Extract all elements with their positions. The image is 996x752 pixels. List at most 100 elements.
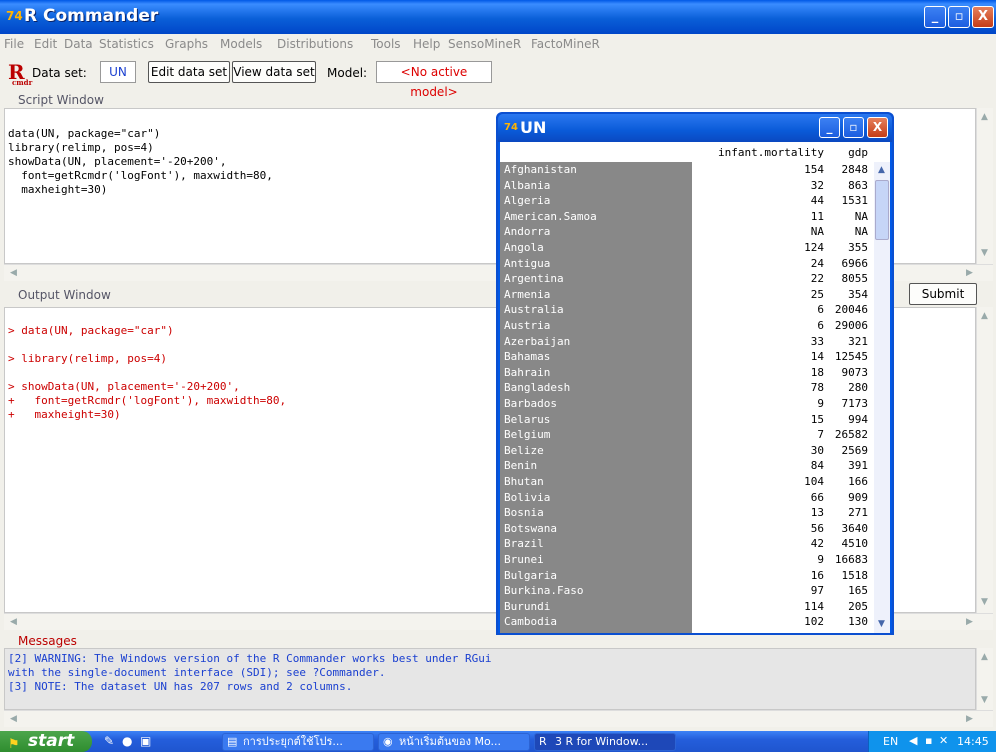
r-commander-icon: 74 (504, 122, 518, 133)
menu-help[interactable]: Help (413, 37, 440, 51)
column-header-gdp: gdp (848, 146, 868, 159)
table-row[interactable]: Bulgaria 16 1518 (500, 568, 874, 584)
output-vscroll[interactable]: ▲ ▼ (976, 307, 993, 613)
un-vscroll[interactable]: ▲ ▼ (874, 162, 890, 633)
messages-vscroll[interactable]: ▲ ▼ (976, 648, 993, 710)
un-minimize-button[interactable]: _ (819, 117, 840, 138)
menu-statistics[interactable]: Statistics (99, 37, 154, 51)
scroll-down-icon[interactable]: ▼ (977, 595, 992, 610)
infant-mortality-cell: 6 (817, 319, 824, 332)
table-row[interactable]: Bahamas 14 12545 (500, 349, 874, 365)
volume-icon[interactable]: ✕ (939, 734, 948, 747)
table-row[interactable]: Barbados 9 7173 (500, 396, 874, 412)
menu-file[interactable]: File (4, 37, 24, 51)
quicklaunch-icon[interactable]: ▣ (140, 734, 151, 748)
table-row[interactable]: Australia 6 20046 (500, 302, 874, 318)
scroll-left-icon[interactable]: ◀ (6, 266, 21, 281)
table-row[interactable]: American.Samoa 11 NA (500, 209, 874, 225)
scroll-thumb[interactable] (875, 180, 889, 240)
model-selector[interactable]: <No active model> (376, 61, 492, 99)
table-row[interactable]: Benin 84 391 (500, 458, 874, 474)
table-row[interactable]: Angola 124 355 (500, 240, 874, 256)
table-row[interactable]: Belgium 7 26582 (500, 427, 874, 443)
infant-mortality-cell: 15 (810, 412, 824, 426)
scroll-left-icon[interactable]: ◀ (6, 615, 21, 630)
table-row[interactable]: Bosnia 13 271 (500, 505, 874, 521)
table-row[interactable]: Azerbaijan 33 321 (500, 334, 874, 350)
submit-button[interactable]: Submit (909, 283, 977, 305)
maximize-button[interactable]: ▫ (948, 6, 970, 28)
title-bar[interactable]: 74 R Commander _ ▫ X (0, 0, 996, 34)
menu-data[interactable]: Data (64, 37, 93, 51)
table-row[interactable]: Brunei 9 16683 (500, 552, 874, 568)
table-row[interactable]: Armenia 25 354 (500, 287, 874, 303)
table-row[interactable]: Belarus 15 994 (500, 412, 874, 428)
menu-edit[interactable]: Edit (34, 37, 57, 51)
scroll-left-icon[interactable]: ◀ (6, 712, 21, 727)
tray-arrow-icon[interactable]: ◀ (909, 734, 917, 747)
scroll-up-icon[interactable]: ▲ (977, 309, 992, 324)
table-row[interactable]: Cambodia 102 130 (500, 614, 874, 630)
language-indicator[interactable]: EN (883, 735, 898, 748)
gdp-cell: 271 (848, 506, 868, 520)
taskbar-task[interactable]: ◉ หน้าเริ่มต้นของ Mo... (378, 733, 530, 751)
un-title-bar[interactable]: 74 UN _ ▫ X (498, 114, 892, 142)
row-name: Bulgaria (504, 568, 557, 582)
gdp-cell: 863 (848, 178, 868, 192)
taskbar-task[interactable]: ▤ การประยุกต์ใช้โปร... (222, 733, 374, 751)
table-row[interactable]: Argentina 22 8055 (500, 271, 874, 287)
menu-factominer[interactable]: FactoMineR (531, 37, 600, 51)
row-name: Bahamas (504, 350, 551, 364)
clock: 14:45 (957, 735, 989, 748)
scroll-up-icon[interactable]: ▲ (977, 110, 992, 125)
table-row[interactable]: Botswana 56 3640 (500, 521, 874, 537)
table-row[interactable]: Algeria 44 1531 (500, 193, 874, 209)
table-row[interactable]: Afghanistan 154 2848 (500, 162, 874, 178)
network-icon[interactable]: ▪ (925, 734, 932, 747)
table-row[interactable]: Albania 32 863 (500, 178, 874, 194)
gdp-cell: 29006 (834, 319, 868, 332)
minimize-button[interactable]: _ (924, 6, 946, 28)
scroll-right-icon[interactable]: ▶ (962, 615, 977, 630)
un-data-window[interactable]: 74 UN _ ▫ X infant.mortality gdp Afghani… (496, 112, 894, 635)
start-button[interactable]: ⚑ start (0, 731, 92, 752)
table-body: Afghanistan 154 2848 Albania 32 863 Algeria 44 1… (500, 162, 874, 633)
un-close-button[interactable]: X (867, 117, 888, 138)
menu-tools[interactable]: Tools (371, 37, 401, 51)
table-row[interactable]: Bolivia 66 909 (500, 490, 874, 506)
scroll-down-icon[interactable]: ▼ (977, 693, 992, 708)
menu-graphs[interactable]: Graphs (165, 37, 208, 51)
menu-sensominer[interactable]: SensoMineR (448, 37, 521, 51)
view-dataset-button[interactable]: View data set (232, 61, 316, 83)
table-row[interactable]: Brazil 42 4510 (500, 536, 874, 552)
scroll-down-icon[interactable]: ▼ (977, 246, 992, 261)
table-row[interactable]: Austria 6 29006 (500, 318, 874, 334)
table-row[interactable]: Belize 30 2569 (500, 443, 874, 459)
row-name: Andorra (504, 225, 551, 239)
scroll-up-icon[interactable]: ▲ (874, 163, 889, 178)
row-name: Bangladesh (504, 381, 571, 395)
menu-models[interactable]: Models (220, 37, 262, 51)
table-header: infant.mortality gdp (500, 145, 874, 161)
table-row[interactable]: Burkina.Faso 97 165 (500, 583, 874, 599)
table-row[interactable]: Antigua 24 6966 (500, 256, 874, 272)
table-row[interactable]: Bhutan 104 166 (500, 474, 874, 490)
table-row[interactable]: Burundi 114 205 (500, 599, 874, 615)
scroll-right-icon[interactable]: ▶ (962, 712, 977, 727)
taskbar-task-active[interactable]: R 3 R for Window... (534, 733, 676, 751)
table-row[interactable]: Andorra NA NA (500, 224, 874, 240)
table-row[interactable]: Bahrain 18 9073 (500, 365, 874, 381)
quicklaunch-icon[interactable]: ✎ (104, 734, 114, 748)
edit-dataset-button[interactable]: Edit data set (148, 61, 230, 83)
scroll-down-icon[interactable]: ▼ (874, 617, 889, 632)
menu-distributions[interactable]: Distributions (277, 37, 353, 51)
quicklaunch-icon[interactable]: ● (122, 734, 132, 748)
close-button[interactable]: X (972, 6, 994, 28)
table-row[interactable]: Bangladesh 78 280 (500, 380, 874, 396)
scroll-up-icon[interactable]: ▲ (977, 650, 992, 665)
script-vscroll[interactable]: ▲ ▼ (976, 108, 993, 264)
scroll-right-icon[interactable]: ▶ (962, 266, 977, 281)
dataset-selector[interactable]: UN (100, 61, 136, 83)
messages-hscroll[interactable]: ◀ ▶ (4, 710, 993, 727)
un-maximize-button[interactable]: ▫ (843, 117, 864, 138)
